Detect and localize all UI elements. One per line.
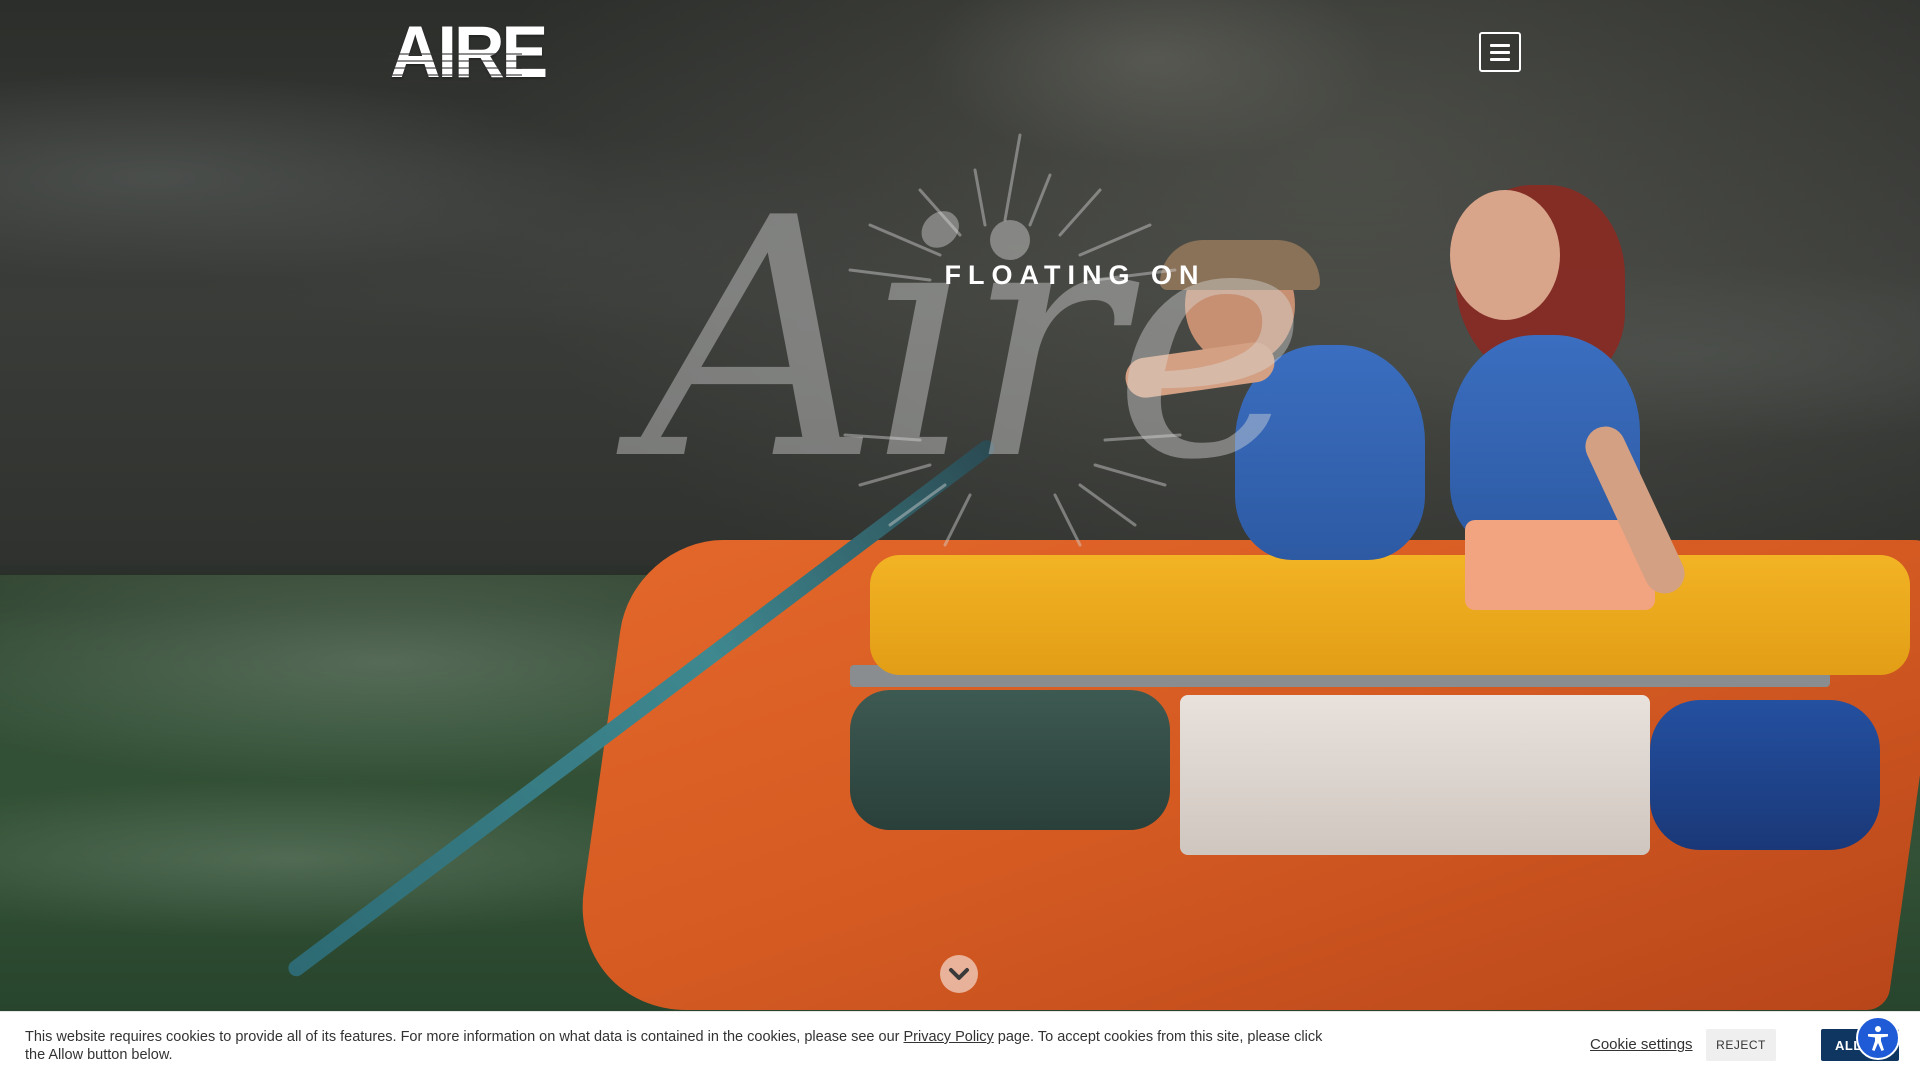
hamburger-menu-icon-bar — [1490, 50, 1510, 54]
site-logo[interactable]: AIRE — [390, 15, 548, 88]
hero-small-title: FLOATING ON — [944, 260, 1206, 290]
hero-script-title: Aire — [641, 148, 1309, 532]
cookie-message: This website requires cookies to provide… — [25, 1028, 1345, 1064]
hamburger-menu-icon — [1490, 43, 1510, 47]
cookie-text-start: This website requires cookies to provide… — [25, 1029, 904, 1045]
accessibility-button[interactable] — [1856, 1016, 1900, 1060]
raft-dry-bag — [850, 690, 1170, 830]
menu-button[interactable] — [1479, 32, 1521, 72]
hero-title: Aire FLOATING ON — [590, 130, 1350, 550]
raft-blue-bag — [1650, 700, 1880, 850]
raft-cooler — [1180, 695, 1650, 855]
scroll-down-button[interactable] — [940, 955, 978, 993]
reject-cookies-button[interactable]: REJECT — [1706, 1029, 1776, 1061]
accessibility-icon — [1868, 1026, 1888, 1051]
passenger-head — [1450, 190, 1560, 320]
privacy-policy-link[interactable]: Privacy Policy — [904, 1029, 994, 1045]
raft-deck — [870, 555, 1910, 675]
cookie-settings-link[interactable]: Cookie settings — [1590, 1036, 1693, 1053]
hero-section: Aire FLOATING ON — [0, 0, 1920, 1011]
chevron-down-icon — [949, 968, 969, 980]
hamburger-menu-icon-bar — [1490, 57, 1510, 61]
